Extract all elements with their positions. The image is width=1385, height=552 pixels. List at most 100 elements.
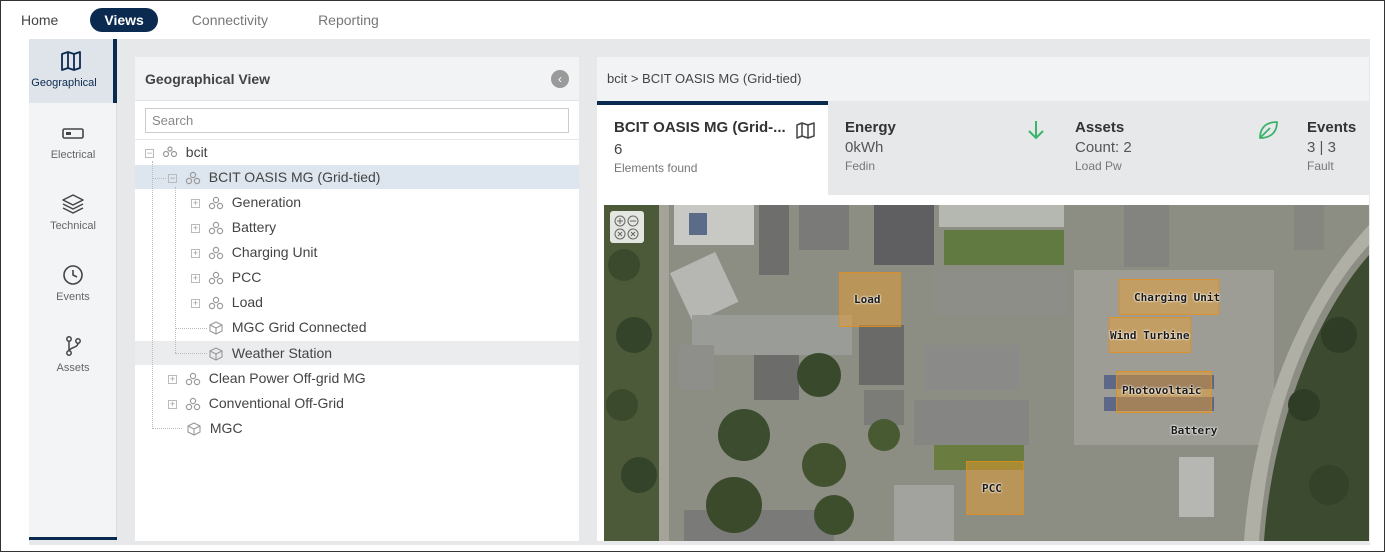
tree-node-charging-unit[interactable]: + Charging Unit	[191, 240, 317, 264]
tree-node-bcit-oasis[interactable]: − BCIT OASIS MG (Grid-tied)	[168, 165, 380, 189]
tree-node-label: Weather Station	[231, 345, 333, 361]
rail-label: Technical	[50, 220, 96, 232]
zoom-controls[interactable]	[610, 211, 644, 243]
site-card[interactable]: BCIT OASIS MG (Grid-... 6 Elements found	[597, 101, 828, 195]
map-label-load[interactable]: Load	[854, 293, 881, 306]
tab-reporting[interactable]: Reporting	[312, 8, 385, 32]
cluster-icon	[208, 222, 224, 235]
expand-toggle-icon[interactable]: +	[191, 198, 200, 208]
tree-node-label: PCC	[231, 269, 262, 285]
cluster-icon	[208, 247, 224, 260]
tree-connector	[152, 428, 182, 429]
cluster-icon	[208, 297, 224, 310]
rail-item-assets[interactable]: Assets	[29, 324, 117, 388]
expand-toggle-icon[interactable]: +	[191, 298, 200, 308]
map-label-wind-turbine[interactable]: Wind Turbine	[1110, 329, 1189, 342]
tree-node-pcc[interactable]: + PCC	[191, 265, 261, 289]
rail-label: Events	[56, 291, 90, 303]
search-input[interactable]	[145, 108, 569, 133]
cube-icon	[209, 347, 223, 361]
stat-value: 3 | 3	[1307, 139, 1336, 156]
expand-toggle-icon[interactable]: +	[191, 273, 200, 283]
zoom-icon[interactable]	[610, 211, 644, 243]
detail-panel: bcit > BCIT OASIS MG (Grid-tied) BCIT OA…	[597, 57, 1369, 541]
tree-connector	[152, 161, 153, 429]
map-icon[interactable]	[795, 121, 817, 139]
tree-node-battery[interactable]: + Battery	[191, 215, 276, 239]
tree-node-load[interactable]: + Load	[191, 290, 263, 314]
tab-connectivity[interactable]: Connectivity	[186, 8, 274, 32]
stat-sub: Fedin	[845, 159, 876, 173]
cluster-icon	[185, 172, 201, 185]
stat-sub: Load Pw	[1075, 159, 1122, 173]
tree-header: Geographical View ‹	[135, 57, 579, 101]
tree-node-mgc[interactable]: MGC	[186, 416, 243, 440]
site-name: BCIT OASIS MG (Grid-...	[614, 119, 786, 136]
arrow-down-icon	[1028, 121, 1044, 140]
rail-item-technical[interactable]: Technical	[29, 182, 117, 246]
stat-value: Count: 2	[1075, 139, 1132, 156]
top-nav: Home Views Connectivity Reporting	[1, 1, 1384, 39]
rail-label: Electrical	[50, 149, 96, 161]
tree-node-conventional[interactable]: + Conventional Off-Grid	[168, 391, 344, 415]
clock-icon	[63, 265, 83, 285]
network-icon	[162, 146, 177, 158]
view-rail: Geographical Electrical Technical Events	[29, 39, 117, 537]
elements-count: 6	[614, 141, 623, 158]
leaf-icon	[1259, 121, 1278, 139]
tree-node-generation[interactable]: + Generation	[191, 190, 301, 214]
tree-node-label: bcit	[185, 144, 208, 160]
stat-value: 0kWh	[845, 139, 884, 156]
map-label-pcc[interactable]: PCC	[982, 482, 1002, 495]
tree-node-label: BCIT OASIS MG (Grid-tied)	[208, 169, 381, 185]
tree-connector	[175, 353, 207, 354]
events-stat: Events 3 | 3 Fault	[1307, 101, 1369, 195]
cluster-icon	[185, 398, 201, 411]
tree-node-label: MGC Grid Connected	[231, 319, 367, 335]
rail-item-electrical[interactable]: Electrical	[29, 111, 117, 175]
expand-toggle-icon[interactable]: +	[168, 399, 177, 409]
tree-node-weather-station[interactable]: Weather Station	[208, 341, 332, 365]
stat-title: Energy	[845, 119, 896, 136]
cube-icon	[209, 321, 223, 335]
expand-toggle-icon[interactable]: −	[145, 148, 154, 158]
tab-home[interactable]: Home	[15, 8, 64, 32]
tree-node-bcit[interactable]: − bcit	[145, 140, 208, 164]
cluster-icon	[185, 373, 201, 386]
tab-views[interactable]: Views	[90, 8, 158, 32]
elements-caption: Elements found	[614, 161, 698, 175]
stat-title: Assets	[1075, 119, 1125, 136]
tree-node-label: Conventional Off-Grid	[208, 395, 344, 411]
expand-toggle-icon[interactable]: +	[191, 248, 200, 258]
app-frame: Home Views Connectivity Reporting Geogra…	[0, 0, 1385, 552]
expand-toggle-icon[interactable]: +	[191, 223, 200, 233]
map-label-photovoltaic[interactable]: Photovoltaic	[1122, 384, 1201, 397]
tree-node-label: Generation	[231, 194, 302, 210]
expand-toggle-icon[interactable]: +	[168, 374, 177, 384]
battery-icon	[62, 128, 84, 139]
breadcrumb: bcit > BCIT OASIS MG (Grid-tied)	[597, 57, 1369, 101]
rail-bottom-bar	[29, 537, 117, 540]
map-label-charging-unit[interactable]: Charging Unit	[1134, 291, 1220, 304]
map-label-battery[interactable]: Battery	[1171, 424, 1217, 437]
stat-sub: Fault	[1307, 159, 1334, 173]
panel-title: Geographical View	[145, 71, 271, 87]
tree-node-mgc-grid-connected[interactable]: MGC Grid Connected	[208, 315, 367, 339]
tree-node-label: Clean Power Off-grid MG	[208, 370, 366, 386]
expand-toggle-icon[interactable]: −	[168, 173, 177, 183]
layers-icon	[62, 194, 84, 214]
cluster-icon	[208, 272, 224, 285]
tree-node-label: MGC	[209, 420, 243, 436]
rail-item-events[interactable]: Events	[29, 253, 117, 317]
tree-node-clean-power[interactable]: + Clean Power Off-grid MG	[168, 366, 366, 390]
rail-item-geographical[interactable]: Geographical	[29, 39, 117, 103]
cube-icon	[187, 422, 201, 436]
satellite-map[interactable]: Load Charging Unit Wind Turbine Photovol…	[604, 205, 1369, 541]
cluster-icon	[208, 197, 224, 210]
branch-icon	[66, 336, 81, 356]
tree-node-label: Load	[231, 294, 263, 310]
collapse-panel-icon[interactable]: ‹	[551, 70, 569, 88]
geographical-tree-panel: Geographical View ‹ − bcit − BCIT OASIS …	[135, 57, 579, 541]
assets-stat: Assets Count: 2 Load Pw	[1075, 101, 1285, 195]
summary-cards: BCIT OASIS MG (Grid-... 6 Elements found…	[597, 101, 1369, 195]
